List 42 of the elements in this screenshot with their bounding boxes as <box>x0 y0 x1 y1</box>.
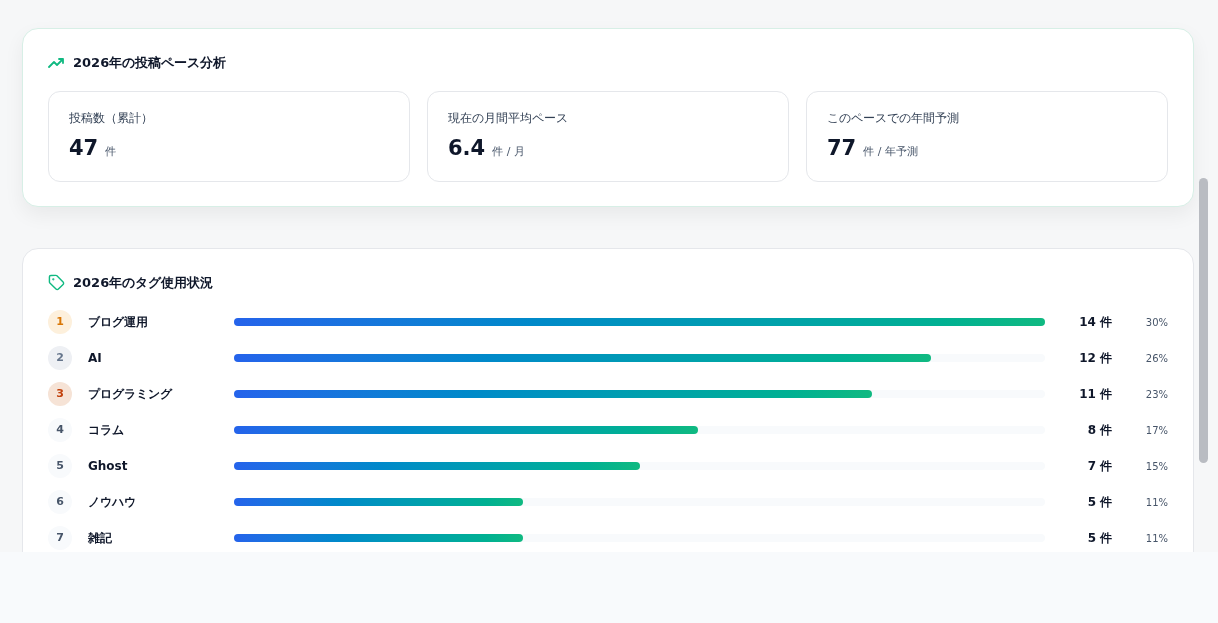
tag-name: Ghost <box>87 458 129 475</box>
scrollbar-thumb[interactable] <box>1199 178 1208 463</box>
tag-name: プログラミング <box>87 386 174 403</box>
tag-name: コラム <box>87 422 125 439</box>
stat-value: 77 <box>827 134 857 162</box>
trending-up-icon <box>48 56 65 69</box>
tag-name: 雑記 <box>87 530 113 547</box>
tag-icon <box>48 273 65 291</box>
card-title: 2026年のタグ使用状況 <box>73 273 214 292</box>
stat-value: 6.4 <box>448 134 486 162</box>
tag-count: 7 件 <box>1086 458 1113 475</box>
stat-unit: 件 / 年予測 <box>863 143 918 160</box>
tag-count: 5 件 <box>1086 530 1113 547</box>
tag-percent: 15% <box>1144 459 1168 474</box>
stat-unit: 件 <box>105 143 117 160</box>
rank-badge: 7 <box>48 526 72 550</box>
rank-badge: 1 <box>48 310 72 334</box>
tag-name: ブログ運用 <box>87 314 149 331</box>
card-title: 2026年の投稿ペース分析 <box>73 54 227 72</box>
tag-count: 11 件 <box>1078 386 1113 403</box>
tag-percent: 23% <box>1144 387 1168 402</box>
tag-count: 14 件 <box>1078 314 1113 331</box>
rank-badge: 6 <box>48 490 72 514</box>
rank-badge: 3 <box>48 382 72 406</box>
stat-label: 現在の月間平均ペース <box>448 109 569 127</box>
tag-name: AI <box>87 350 103 367</box>
tag-name: ノウハウ <box>87 494 137 511</box>
tag-count: 12 件 <box>1078 350 1113 367</box>
tag-percent: 17% <box>1144 423 1168 438</box>
tag-count: 8 件 <box>1086 422 1113 439</box>
rank-badge: 4 <box>48 418 72 442</box>
tag-percent: 11% <box>1144 495 1168 510</box>
stat-unit: 件 / 月 <box>492 143 525 160</box>
rank-badge: 5 <box>48 454 72 478</box>
stat-label: このペースでの年間予測 <box>827 109 960 127</box>
tag-percent: 26% <box>1144 351 1168 366</box>
rank-badge: 2 <box>48 346 72 370</box>
stat-value: 47 <box>69 134 99 162</box>
tag-percent: 11% <box>1144 531 1168 546</box>
tag-count: 5 件 <box>1086 494 1113 511</box>
tag-percent: 30% <box>1144 315 1168 330</box>
stat-label: 投稿数（累計） <box>69 109 154 127</box>
